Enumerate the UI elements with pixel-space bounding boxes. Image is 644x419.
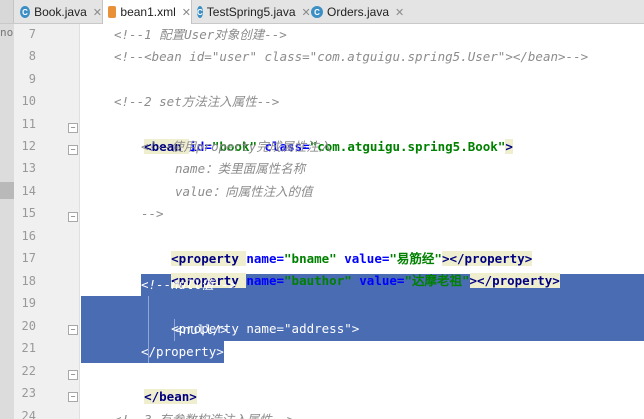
line-number: 11 — [21, 117, 36, 131]
line-number: 18 — [21, 274, 36, 288]
xml-value: "com.atguigu.spring5.Book" — [309, 139, 506, 154]
xml-file-icon — [108, 6, 117, 18]
tab-label: Orders.java — [327, 5, 390, 19]
fold-icon[interactable]: − — [68, 145, 78, 155]
java-class-icon: C — [20, 6, 31, 18]
gutter-edge: no — [0, 24, 14, 419]
java-class-icon: C — [311, 6, 323, 18]
xml-value: "达摩老祖" — [404, 273, 470, 288]
line-number: 24 — [21, 409, 36, 419]
code-line: <!--null值--> — [141, 277, 237, 292]
xml-tag: > — [505, 139, 513, 154]
tab-book-java[interactable]: C Book.java ✕ — [15, 0, 102, 24]
xml-attr: name= — [246, 273, 285, 288]
code-line: <property name="bname" value="易筋经"></pro… — [141, 226, 533, 266]
code-line: name：类里面属性名称 — [175, 161, 306, 176]
fold-icon[interactable]: − — [68, 325, 78, 335]
line-number: 22 — [21, 364, 36, 378]
line-number: 8 — [28, 49, 36, 63]
code-line: <bean id="book" class="com.atguigu.sprin… — [114, 114, 513, 154]
java-class-icon: C — [197, 6, 203, 18]
tab-label: Book.java — [34, 5, 87, 19]
editor-tab-bar: C Book.java ✕ bean1.xml ✕ C TestSpring5.… — [0, 0, 644, 24]
xml-tag: </bean> — [144, 389, 197, 404]
code-line: <null/> — [175, 322, 228, 337]
tab-label: TestSpring5.java — [206, 5, 296, 19]
line-number: 7 — [28, 27, 36, 41]
code-line: <property name="bauthor" value="达摩老祖"></… — [141, 248, 560, 288]
line-number: 21 — [21, 341, 36, 355]
code-line: <!--使用property完成属性注入 — [141, 139, 332, 154]
xml-tag: > — [351, 321, 360, 336]
tab-bar-stub — [0, 0, 14, 23]
tab-bean1-xml[interactable]: bean1.xml ✕ — [102, 0, 192, 24]
line-number: 17 — [21, 251, 36, 265]
tab-testspring5-java[interactable]: C TestSpring5.java ✕ — [192, 0, 311, 24]
code-line: --> — [141, 206, 164, 221]
xml-attr: name= — [246, 321, 285, 336]
line-number: 13 — [21, 161, 36, 175]
line-number: 15 — [21, 206, 36, 220]
code-line: <!--1 配置User对象创建--> — [114, 27, 287, 42]
fold-icon[interactable]: − — [68, 123, 78, 133]
gutter-edge-text: no — [0, 26, 14, 39]
close-icon[interactable]: ✕ — [395, 6, 404, 19]
xml-value: "address" — [284, 321, 352, 336]
line-number: 14 — [21, 184, 36, 198]
line-number: 9 — [28, 72, 36, 86]
gutter-marker — [0, 182, 14, 199]
line-number: 16 — [21, 229, 36, 243]
fold-icon[interactable]: − — [68, 370, 78, 380]
code-line: value：向属性注入的值 — [175, 184, 313, 199]
code-line: <!--3 有参数构造注入属性--> — [114, 409, 294, 419]
line-number: 20 — [21, 319, 36, 333]
code-line: </bean> — [114, 364, 197, 404]
xml-value: "bauthor" — [284, 273, 360, 288]
code-line: <property name="address"> — [141, 296, 359, 336]
close-icon[interactable]: ✕ — [93, 6, 102, 19]
line-number: 10 — [21, 94, 36, 108]
tab-orders-java[interactable]: C Orders.java ✕ — [306, 0, 411, 24]
close-icon[interactable]: ✕ — [182, 6, 191, 19]
line-number-gutter: no 7 8 9 10 11 12 13 14 15 16 17 18 19 2… — [0, 24, 80, 419]
line-number: 19 — [21, 296, 36, 310]
selection-highlight — [81, 296, 144, 341]
code-line: <!--<bean id="user" class="com.atguigu.s… — [114, 49, 589, 64]
line-number: 23 — [21, 386, 36, 400]
xml-tag: ></property> — [469, 273, 560, 288]
fold-icon[interactable]: − — [68, 212, 78, 222]
code-line: </property> — [141, 344, 224, 359]
code-editor[interactable]: <!--1 配置User对象创建--> <!--<bean id="user" … — [81, 24, 644, 419]
line-number: 12 — [21, 139, 36, 153]
tab-label: bean1.xml — [120, 5, 176, 19]
xml-attr: value= — [359, 273, 405, 288]
fold-icon[interactable]: − — [68, 392, 78, 402]
code-line: <!--2 set方法注入属性--> — [114, 94, 280, 109]
